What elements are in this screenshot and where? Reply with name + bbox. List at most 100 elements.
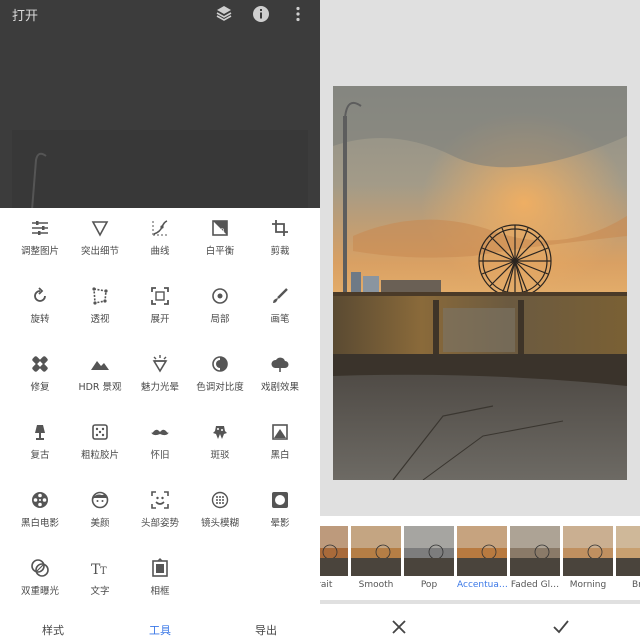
- hdr-mountain-icon: [91, 361, 109, 370]
- look-item[interactable]: Morning: [563, 526, 613, 590]
- look-thumbnail: [616, 526, 640, 576]
- look-thumbnail: [404, 526, 454, 576]
- tool-grainy-film[interactable]: 粗粒胶片: [68, 412, 132, 472]
- look-item[interactable]: Brig: [616, 526, 640, 590]
- tool-label: 色调对比度: [196, 382, 244, 393]
- tool-label: HDR 景观: [78, 382, 122, 393]
- tool-label: 剪裁: [270, 246, 290, 257]
- vintage-lamp-icon: [35, 425, 45, 440]
- tool-curves[interactable]: 曲线: [128, 208, 192, 268]
- tab-looks[interactable]: 样式: [0, 622, 106, 638]
- look-label: Pop: [420, 580, 438, 590]
- look-label: Faded Gl…: [510, 580, 560, 590]
- details-triangle-icon: [91, 221, 109, 237]
- tool-selective[interactable]: 局部: [188, 276, 252, 336]
- look-thumbnail: [320, 526, 348, 576]
- tool-brush[interactable]: 画笔: [248, 276, 312, 336]
- top-bar: 打开: [0, 0, 320, 28]
- tool-black-white[interactable]: 黑白: [248, 412, 312, 472]
- tool-rotate[interactable]: 旋转: [8, 276, 72, 336]
- tool-label: 斑驳: [210, 450, 230, 461]
- svg-text:T: T: [100, 566, 107, 577]
- tool-vintage-lamp[interactable]: 复古: [8, 412, 72, 472]
- look-item[interactable]: Smooth: [351, 526, 401, 590]
- tool-expand[interactable]: 展开: [128, 276, 192, 336]
- drama-cloud-icon: [271, 357, 289, 372]
- open-button[interactable]: 打开: [12, 5, 38, 24]
- look-item[interactable]: Accentua…: [457, 526, 507, 590]
- photo-image: [333, 86, 627, 480]
- tool-details-triangle[interactable]: 突出细节: [68, 208, 132, 268]
- close-icon[interactable]: [390, 618, 408, 636]
- tool-label: 画笔: [270, 314, 290, 325]
- double-exposure-icon: [31, 559, 49, 577]
- dimmed-photo-preview: [12, 130, 308, 210]
- tool-text[interactable]: T T 文字: [68, 548, 132, 608]
- grunge-icon: [213, 426, 227, 439]
- tool-label: 透视: [90, 314, 110, 325]
- brush-icon: [273, 288, 288, 303]
- tools-grid: 调整图片 突出细节 曲线 B 白平衡 剪裁旋转 透视 展开 局部 画笔修复 HDR 景观 魅力光晕 色调…: [0, 208, 320, 604]
- lens-blur-icon: [211, 491, 229, 509]
- tool-vignette[interactable]: 晕影: [248, 480, 312, 540]
- bottom-navigation: 样式 工具 导出: [0, 604, 320, 640]
- tool-label: 粗粒胶片: [80, 450, 119, 461]
- mustache-icon: [151, 429, 169, 436]
- look-thumbnail: [351, 526, 401, 576]
- tool-label: 黑白电影: [20, 518, 59, 529]
- tool-glamour-glow[interactable]: 魅力光晕: [128, 344, 192, 404]
- expand-icon: [151, 287, 169, 305]
- tool-noir-film-reel[interactable]: 黑白电影: [8, 480, 72, 540]
- svg-text:B: B: [221, 228, 225, 235]
- look-thumbnail: [457, 526, 507, 576]
- tool-perspective[interactable]: 透视: [68, 276, 132, 336]
- grainy-film-icon: [92, 424, 108, 440]
- tool-drama-cloud[interactable]: 戏剧效果: [248, 344, 312, 404]
- tab-tools[interactable]: 工具: [107, 622, 213, 638]
- look-label: Morning: [569, 580, 607, 590]
- look-label: Accentua…: [457, 580, 507, 590]
- info-icon[interactable]: [251, 4, 271, 24]
- tool-label: 怀旧: [150, 450, 170, 461]
- look-item[interactable]: trait: [320, 526, 348, 590]
- tool-label: 双重曝光: [20, 586, 59, 597]
- more-options-icon[interactable]: [288, 4, 308, 24]
- tool-head-pose[interactable]: 头部姿势: [128, 480, 192, 540]
- text-icon: TT: [91, 562, 107, 578]
- tool-mustache[interactable]: 怀旧: [128, 412, 192, 472]
- tool-frames[interactable]: 相框: [128, 548, 192, 608]
- tool-face[interactable]: 美颜: [68, 480, 132, 540]
- tool-lens-blur[interactable]: 镜头模糊: [188, 480, 252, 540]
- tool-label: 修复: [30, 382, 50, 393]
- tool-grunge[interactable]: 斑驳: [188, 412, 252, 472]
- tool-healing[interactable]: 修复: [8, 344, 72, 404]
- rotate-icon: [34, 287, 46, 302]
- tool-hdr-mountain[interactable]: HDR 景观: [68, 344, 132, 404]
- noir-film-reel-icon: [32, 492, 48, 508]
- action-bar: [320, 604, 640, 640]
- tool-tune[interactable]: 调整图片: [8, 208, 72, 268]
- look-thumbnail: [510, 526, 560, 576]
- tool-double-exposure[interactable]: 双重曝光: [8, 548, 72, 608]
- tool-tonal-contrast[interactable]: 色调对比度: [188, 344, 252, 404]
- tab-export[interactable]: 导出: [213, 622, 319, 638]
- healing-icon: [32, 356, 48, 372]
- tool-label: 展开: [150, 314, 170, 325]
- look-label: Smooth: [358, 580, 394, 590]
- tool-white-balance[interactable]: B 白平衡: [188, 208, 252, 268]
- tool-label: 文字: [90, 586, 110, 597]
- tool-label: 镜头模糊: [200, 518, 239, 529]
- tool-crop[interactable]: 剪裁: [248, 208, 312, 268]
- look-label: trait: [320, 580, 333, 590]
- look-label: Brig: [631, 580, 640, 590]
- look-item[interactable]: Faded Gl…: [510, 526, 560, 590]
- tool-label: 头部姿势: [140, 518, 179, 529]
- tool-label: 魅力光晕: [140, 382, 179, 393]
- tool-label: 局部: [210, 314, 230, 325]
- check-icon[interactable]: [552, 618, 570, 636]
- tool-label: 晕影: [270, 518, 290, 529]
- black-white-icon: [272, 424, 288, 440]
- look-item[interactable]: Pop: [404, 526, 454, 590]
- layers-history-icon[interactable]: [214, 4, 234, 24]
- perspective-icon: [92, 287, 108, 305]
